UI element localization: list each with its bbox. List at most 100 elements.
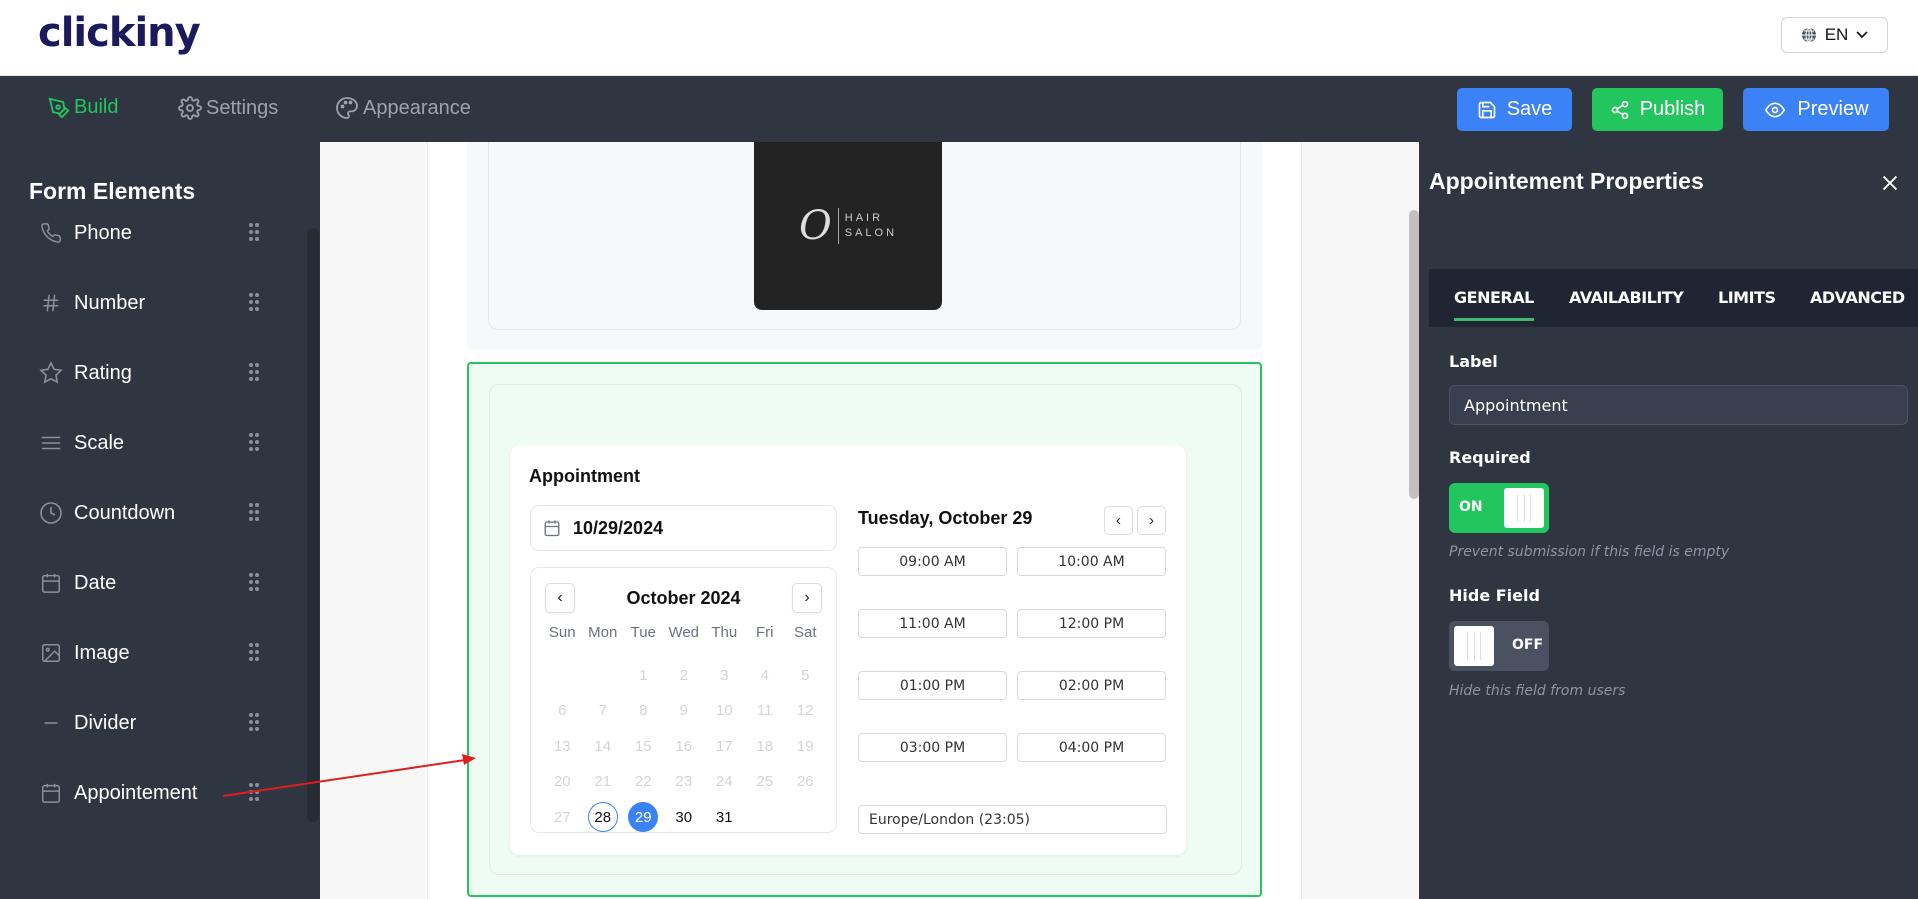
- tab-general[interactable]: GENERAL: [1454, 288, 1534, 321]
- required-hint: Prevent submission if this field is empt…: [1449, 544, 1730, 560]
- tab-settings[interactable]: Settings: [178, 96, 278, 120]
- pen-tool-icon: [48, 97, 70, 118]
- drag-handle-icon[interactable]: [248, 711, 260, 738]
- drag-handle-icon[interactable]: [248, 571, 260, 598]
- calendar-day: 3: [720, 666, 729, 684]
- sidebar-item-image[interactable]: Image: [38, 633, 268, 673]
- tab-availability[interactable]: AVAILABILITY: [1569, 288, 1684, 307]
- label-input[interactable]: [1449, 385, 1908, 425]
- sidebar-item-phone[interactable]: Phone: [38, 214, 268, 253]
- drag-handle-icon[interactable]: [248, 291, 260, 318]
- publish-button[interactable]: Publish: [1592, 88, 1723, 131]
- calendar-day: 6: [558, 702, 567, 720]
- sidebar-item-scale[interactable]: Scale: [38, 423, 268, 463]
- tab-build[interactable]: Build: [48, 96, 118, 119]
- calendar-day: 15: [634, 737, 652, 755]
- calendar-day[interactable]: 30: [664, 800, 705, 836]
- calendar-day: 25: [756, 773, 774, 791]
- properties-title: Appointement Properties: [1429, 168, 1704, 194]
- calendar-blank-cell: [542, 658, 583, 694]
- drag-handle-icon[interactable]: [248, 361, 260, 388]
- calendar-day: 8: [639, 702, 648, 720]
- appointment-date-input[interactable]: 10/29/2024: [530, 505, 837, 551]
- tab-appearance[interactable]: Appearance: [335, 96, 471, 120]
- save-icon: [1478, 101, 1496, 118]
- calendar-day: 1: [639, 666, 648, 684]
- calendar-icon: [38, 570, 64, 596]
- time-slot[interactable]: 11:00 AM: [858, 609, 1007, 638]
- form-preview-panel: O HAIR SALON Appointment 10/29/2024 ‹ Oc…: [427, 142, 1302, 899]
- time-slot[interactable]: 12:00 PM: [1017, 609, 1166, 638]
- time-slot[interactable]: 02:00 PM: [1017, 671, 1166, 700]
- minus-icon: [38, 710, 64, 736]
- toggle-knob: [1454, 626, 1494, 666]
- sidebar-item-rating[interactable]: Rating: [38, 353, 268, 393]
- calendar-day: 24: [715, 773, 733, 791]
- globe-icon: [1801, 27, 1816, 43]
- chevron-right-icon: ›: [804, 589, 810, 606]
- sidebar-item-divider[interactable]: Divider: [38, 703, 268, 743]
- clock-icon: [38, 500, 64, 526]
- time-slot[interactable]: 01:00 PM: [858, 671, 1007, 700]
- appointment-widget: Appointment 10/29/2024 ‹ October 2024 › …: [510, 445, 1186, 855]
- preview-button[interactable]: Preview: [1743, 88, 1889, 131]
- calendar-day: 7: [598, 702, 607, 720]
- calendar: ‹ October 2024 › Sun Mon Tue Wed Thu Fri Sat 1 2…: [530, 567, 837, 833]
- time-slot[interactable]: 10:00 AM: [1017, 547, 1166, 576]
- sidebar-title: Form Elements: [29, 178, 196, 204]
- sidebar-item-countdown[interactable]: Countdown: [38, 493, 268, 533]
- weekday-header: Sun: [548, 624, 576, 641]
- next-day-button[interactable]: ›: [1137, 506, 1166, 535]
- time-slot[interactable]: 03:00 PM: [858, 733, 1007, 762]
- sidebar-item-appointement[interactable]: Appointement: [38, 773, 268, 813]
- drag-handle-icon[interactable]: [248, 501, 260, 528]
- weekday-header: Thu: [711, 624, 738, 641]
- language-code: EN: [1824, 25, 1849, 44]
- sidebar-scrollbar[interactable]: [307, 228, 319, 822]
- calendar-day: 9: [679, 702, 688, 720]
- calendar-day: 16: [675, 737, 693, 755]
- appointment-element-block-selected[interactable]: Appointment 10/29/2024 ‹ October 2024 › …: [467, 362, 1262, 897]
- calendar-day-today[interactable]: 28: [583, 800, 624, 836]
- form-elements-list: Phone Number Rating Scale Countdown Date: [0, 214, 300, 899]
- language-selector[interactable]: EN: [1781, 17, 1888, 53]
- close-icon: [1882, 175, 1898, 191]
- time-slot[interactable]: 09:00 AM: [858, 547, 1007, 576]
- toggle-knob: [1504, 488, 1544, 528]
- app-logo[interactable]: clickiny: [38, 10, 201, 56]
- gear-icon: [178, 96, 202, 120]
- builder-toolbar: Build Settings Appearance Save Publish P…: [0, 76, 1918, 142]
- timezone-select[interactable]: Europe/London (23:05): [858, 805, 1167, 834]
- tab-limits[interactable]: LIMITS: [1718, 288, 1776, 307]
- calendar-day-selected[interactable]: 29: [623, 800, 664, 836]
- appointment-title: Appointment: [529, 466, 640, 486]
- chevron-down-icon: [1856, 31, 1868, 39]
- sidebar-item-number[interactable]: Number: [38, 283, 268, 323]
- calendar-icon: [544, 520, 560, 537]
- save-button[interactable]: Save: [1457, 88, 1572, 131]
- calendar-day: 2: [679, 666, 688, 684]
- calendar-day: 19: [796, 737, 814, 755]
- required-toggle-state: ON: [1459, 499, 1483, 515]
- time-slot[interactable]: 04:00 PM: [1017, 733, 1166, 762]
- tab-advanced[interactable]: ADVANCED: [1810, 288, 1905, 307]
- canvas-scrollbar[interactable]: [1409, 210, 1419, 499]
- sidebar-item-date[interactable]: Date: [38, 563, 268, 603]
- calendar-day: 13: [553, 737, 571, 755]
- image-element-block[interactable]: O HAIR SALON: [467, 142, 1262, 350]
- next-month-button[interactable]: ›: [792, 583, 822, 613]
- hide-field-toggle[interactable]: OFF: [1449, 621, 1549, 671]
- calendar-icon: [38, 780, 64, 806]
- form-canvas: O HAIR SALON Appointment 10/29/2024 ‹ Oc…: [320, 142, 1419, 899]
- drag-handle-icon[interactable]: [248, 431, 260, 458]
- close-properties-button[interactable]: [1879, 172, 1909, 202]
- drag-handle-icon[interactable]: [248, 221, 260, 248]
- prev-day-button[interactable]: ‹: [1104, 506, 1133, 535]
- required-toggle[interactable]: ON: [1449, 483, 1549, 533]
- calendar-day: 18: [756, 737, 774, 755]
- calendar-day[interactable]: 31: [704, 800, 745, 836]
- drag-handle-icon[interactable]: [248, 641, 260, 668]
- calendar-day: 17: [715, 737, 733, 755]
- star-icon: [38, 360, 64, 386]
- drag-handle-icon[interactable]: [248, 781, 260, 808]
